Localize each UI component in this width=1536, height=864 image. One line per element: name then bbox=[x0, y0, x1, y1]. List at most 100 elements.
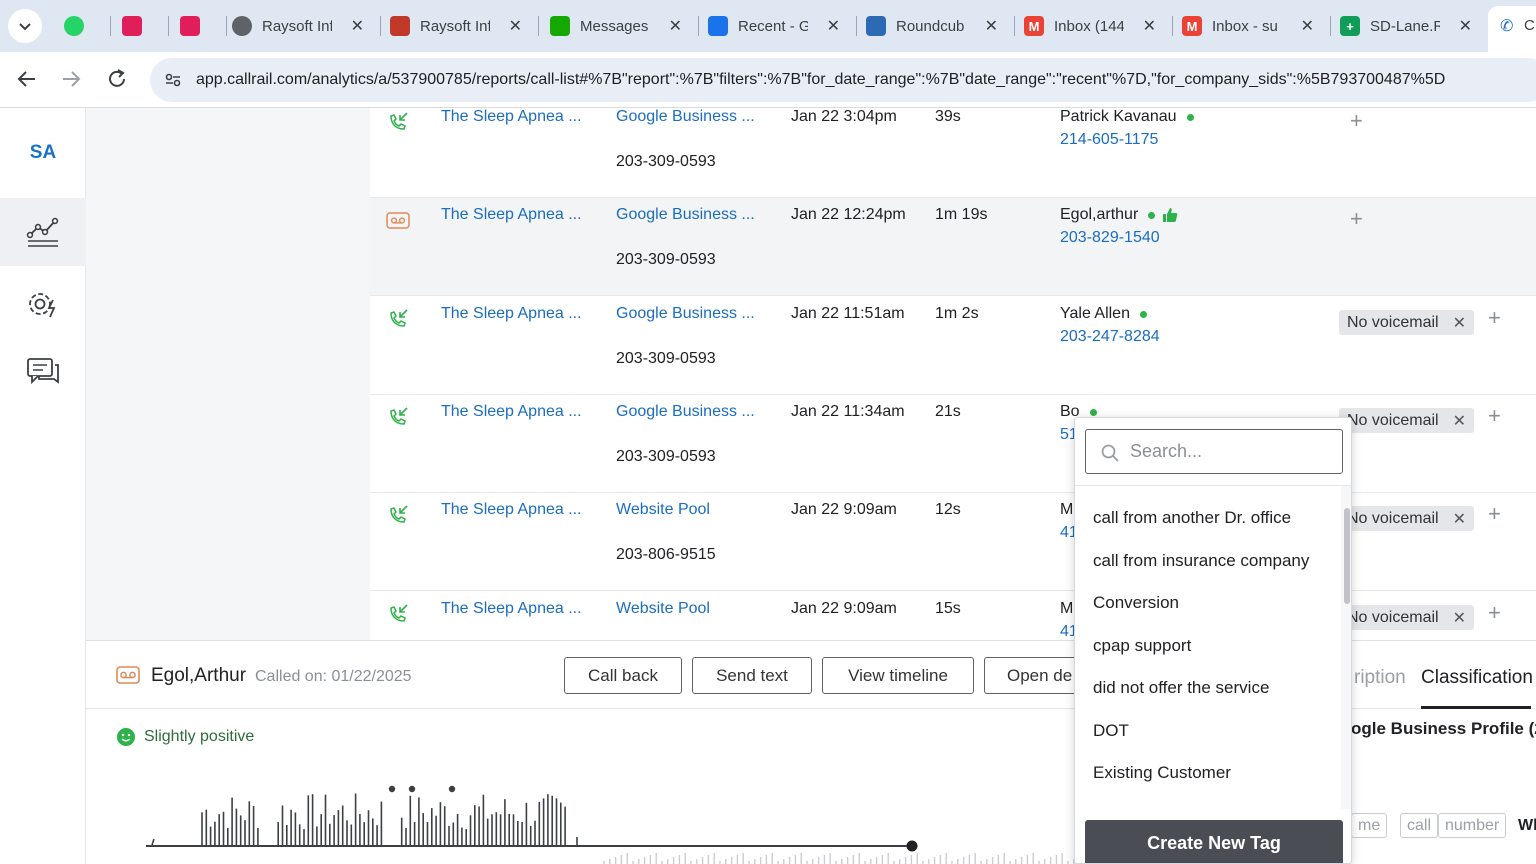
close-tab-icon[interactable]: ✕ bbox=[509, 16, 522, 36]
thumbs-up-icon[interactable] bbox=[1161, 206, 1179, 224]
tag-list-scrollbar[interactable] bbox=[1341, 486, 1351, 809]
scrollbar-thumb[interactable] bbox=[1344, 508, 1350, 604]
browser-tab[interactable] bbox=[64, 6, 94, 46]
tag-option[interactable]: Existing Customer bbox=[1093, 763, 1231, 783]
settings-icon bbox=[29, 293, 56, 318]
tag-option[interactable]: call from another Dr. office bbox=[1093, 508, 1291, 528]
company-link[interactable]: The Sleep Apnea ... bbox=[441, 305, 582, 323]
source-link[interactable]: Google Business ... bbox=[616, 108, 755, 126]
send-text-button[interactable]: Send text bbox=[692, 657, 812, 694]
tag-search-box[interactable] bbox=[1085, 429, 1343, 474]
call-row[interactable]: The Sleep Apnea ... Google Business ... 20… bbox=[370, 395, 1536, 493]
company-link[interactable]: The Sleep Apnea ... bbox=[441, 501, 582, 519]
tag-search-input[interactable] bbox=[1130, 438, 1330, 464]
browser-tab[interactable]: M Inbox - su ✕ bbox=[1182, 6, 1314, 46]
call-row[interactable]: The Sleep Apnea ... Website Pool 203-806-9… bbox=[370, 493, 1536, 591]
add-tag-button[interactable]: + bbox=[1488, 305, 1501, 331]
tab-search-button[interactable] bbox=[8, 9, 42, 43]
call-row[interactable]: The Sleep Apnea ... Google Business ... 20… bbox=[370, 108, 1536, 198]
remove-tag-icon[interactable]: ✕ bbox=[1453, 411, 1466, 431]
sidebar-item-conversations[interactable] bbox=[0, 338, 86, 406]
tab-separator bbox=[380, 16, 381, 36]
add-tag-button[interactable]: + bbox=[1488, 501, 1501, 527]
browser-tab[interactable]: Raysoft Inf ✕ bbox=[390, 6, 522, 46]
browser-tab[interactable]: + SD-Lane.R ✕ bbox=[1340, 6, 1472, 46]
create-new-tag-button[interactable]: Create New Tag bbox=[1085, 820, 1343, 863]
tab-separator bbox=[538, 16, 539, 36]
active-tab[interactable]: ✆ C bbox=[1488, 6, 1536, 52]
reload-button[interactable] bbox=[106, 68, 128, 96]
add-tag-button[interactable]: + bbox=[1488, 600, 1501, 626]
browser-tab[interactable]: Messages ✕ bbox=[550, 6, 682, 46]
sidebar-item-settings[interactable] bbox=[0, 270, 86, 338]
company-link[interactable]: The Sleep Apnea ... bbox=[441, 108, 582, 126]
source-link[interactable]: Website Pool bbox=[616, 501, 710, 519]
call-row[interactable]: The Sleep Apnea ... Website Pool Jan 22 9:… bbox=[370, 592, 1536, 640]
caller-phone-link[interactable]: 203-247-8284 bbox=[1060, 328, 1160, 346]
tracking-number: 203-309-0593 bbox=[616, 251, 716, 268]
company-link[interactable]: The Sleep Apnea ... bbox=[441, 600, 582, 618]
add-tag-button[interactable]: + bbox=[1350, 108, 1363, 134]
close-tab-icon[interactable]: ✕ bbox=[827, 16, 840, 36]
caller-name: Egol,Arthur bbox=[151, 665, 247, 686]
remove-tag-icon[interactable]: ✕ bbox=[1453, 509, 1466, 529]
caller-phone-link[interactable]: 214-605-1175 bbox=[1060, 131, 1158, 149]
browser-tab[interactable] bbox=[180, 6, 210, 46]
source-link[interactable]: Google Business ... bbox=[616, 206, 755, 224]
tab-transcription[interactable]: ription bbox=[1354, 667, 1406, 689]
status-dot bbox=[1089, 408, 1097, 416]
classification-source: ogle Business Profile (203 bbox=[1351, 719, 1536, 738]
view-timeline-button[interactable]: View timeline bbox=[822, 657, 974, 694]
close-tab-icon[interactable]: ✕ bbox=[351, 16, 364, 36]
token-trailing-text: Wh bbox=[1518, 817, 1536, 834]
remove-tag-icon[interactable]: ✕ bbox=[1453, 313, 1466, 333]
remove-tag-icon[interactable]: ✕ bbox=[1453, 608, 1466, 628]
company-link[interactable]: The Sleep Apnea ... bbox=[441, 403, 582, 421]
source-link[interactable]: Website Pool bbox=[616, 600, 710, 618]
close-tab-icon[interactable]: ✕ bbox=[1143, 16, 1156, 36]
browser-tab[interactable]: Roundcub ✕ bbox=[866, 6, 998, 46]
call-date: Jan 22 3:04pm bbox=[791, 108, 897, 125]
account-logo[interactable]: SA bbox=[0, 142, 86, 164]
browser-tab-label: Inbox - su bbox=[1212, 17, 1278, 35]
call-back-button[interactable]: Call back bbox=[564, 657, 682, 694]
audio-waveform[interactable] bbox=[144, 781, 1134, 864]
tab-separator bbox=[856, 16, 857, 36]
company-link[interactable]: The Sleep Apnea ... bbox=[441, 206, 582, 224]
caller-name: Patrick Kavanau bbox=[1060, 108, 1194, 126]
browser-tab[interactable] bbox=[122, 6, 152, 46]
close-tab-icon[interactable]: ✕ bbox=[1459, 16, 1472, 36]
token-number[interactable]: number bbox=[1438, 813, 1507, 838]
browser-tab[interactable]: Raysoft Inf ✕ bbox=[232, 6, 364, 46]
url-omnibox[interactable]: app.callrail.com/analytics/a/537900785/r… bbox=[150, 58, 1536, 102]
phone-icon: ✆ bbox=[1500, 18, 1514, 35]
tag-option[interactable]: cpap support bbox=[1093, 636, 1191, 656]
slack-icon bbox=[180, 16, 200, 36]
caller-phone-link[interactable]: 203-829-1540 bbox=[1060, 229, 1160, 247]
playhead-handle[interactable] bbox=[906, 840, 918, 852]
site-settings-icon[interactable] bbox=[164, 71, 182, 89]
close-tab-icon[interactable]: ✕ bbox=[1301, 16, 1314, 36]
close-tab-icon[interactable]: ✕ bbox=[985, 16, 998, 36]
back-button[interactable] bbox=[16, 68, 38, 96]
call-row[interactable]: The Sleep Apnea ... Google Business ... 20… bbox=[370, 198, 1536, 296]
tag-option[interactable]: DOT bbox=[1093, 721, 1129, 741]
source-link[interactable]: Google Business ... bbox=[616, 305, 755, 323]
tag-option[interactable]: Conversion bbox=[1093, 593, 1179, 613]
add-tag-button[interactable]: + bbox=[1488, 403, 1501, 429]
source-link[interactable]: Google Business ... bbox=[616, 403, 755, 421]
tag-option[interactable]: did not offer the service bbox=[1093, 678, 1269, 698]
call-row[interactable]: The Sleep Apnea ... Google Business ... 20… bbox=[370, 297, 1536, 395]
sidebar-item-analytics[interactable] bbox=[0, 198, 86, 266]
browser-tab[interactable]: M Inbox (144 ✕ bbox=[1024, 6, 1156, 46]
browser-tab[interactable]: Recent - G ✕ bbox=[708, 6, 840, 46]
close-tab-icon[interactable]: ✕ bbox=[669, 16, 682, 36]
tab-classification[interactable]: Classification bbox=[1421, 667, 1533, 689]
token-name[interactable]: me bbox=[1351, 813, 1388, 838]
tag-option[interactable]: call from insurance company bbox=[1093, 551, 1309, 571]
token-call[interactable]: call bbox=[1400, 813, 1439, 838]
upwork-icon bbox=[550, 16, 570, 36]
forward-button[interactable] bbox=[60, 68, 82, 96]
add-tag-button[interactable]: + bbox=[1350, 206, 1363, 232]
browser-tab-label: Raysoft Inf bbox=[262, 17, 332, 35]
